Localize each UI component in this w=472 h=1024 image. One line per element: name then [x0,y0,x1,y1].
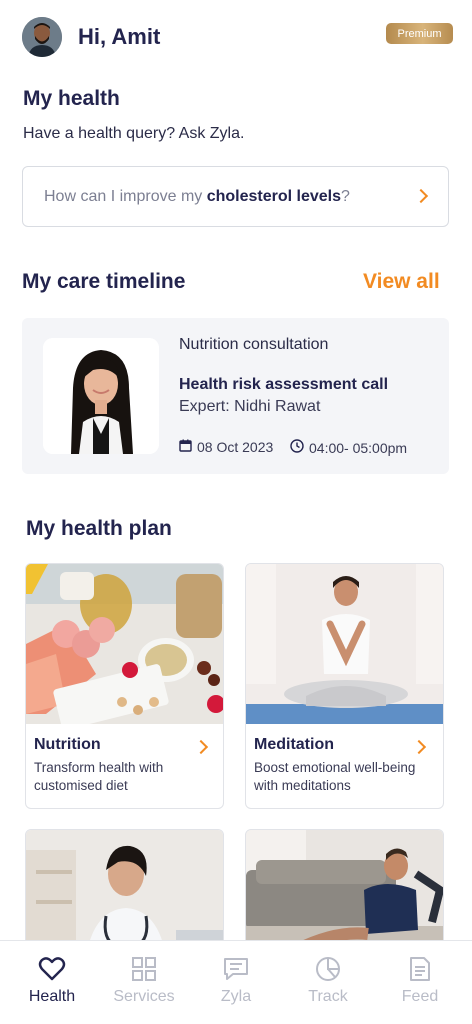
query-prefix: How can I improve my [44,188,207,205]
calendar-icon [179,439,192,455]
chevron-right-icon [411,739,427,755]
date-text: 08 Oct 2023 [197,439,274,455]
nav-tab-zyla[interactable]: Zyla [189,941,283,1024]
app-header: Hi, Amit Premium [0,0,472,76]
nav-tab-health[interactable]: Health [5,941,99,1024]
plan-card-meditation[interactable]: Meditation Boost emotional well-being wi… [245,563,444,809]
nav-tab-track[interactable]: Track [281,941,375,1024]
appointment-date: 08 Oct 2023 [179,439,273,455]
query-topic: cholesterol levels [206,188,342,205]
nav-label: Services [113,988,175,1005]
nav-label: Health [28,988,76,1005]
heart-icon [38,955,66,983]
care-timeline-heading: My care timeline [22,270,186,293]
bottom-navigation: Health Services Zyla Track Feed [0,940,472,1024]
nav-tab-feed[interactable]: Feed [373,941,467,1024]
greeting-text: Hi, Amit [78,24,161,49]
plan-title-nutrition: Nutrition [34,736,101,753]
nav-label: Track [308,988,348,1005]
plan-desc-nutrition: Transform health with customised diet [34,760,164,793]
health-plan-heading: My health plan [26,517,172,540]
care-timeline-card[interactable]: Nutrition consultation Health risk asses… [22,318,449,474]
expert-name: Expert: Nidhi Rawat [179,398,321,415]
nav-tab-services[interactable]: Services [97,941,191,1024]
document-icon [406,955,434,983]
query-text: How can I improve my cholesterol levels? [44,188,350,206]
health-query-suggestion[interactable]: How can I improve my cholesterol levels? [22,166,449,227]
consultation-type: Nutrition consultation [179,336,329,353]
nav-label: Feed [401,988,439,1005]
query-suffix: ? [341,188,350,205]
nav-label: Zyla [220,988,252,1005]
plan-title-meditation: Meditation [254,736,334,753]
chat-icon [222,955,250,983]
consultation-title: Health risk assessment call [179,376,389,393]
plan-desc-meditation: Boost emotional well-being with meditati… [254,760,416,793]
nutrition-image [26,564,223,724]
clock-icon [290,439,304,456]
plan-card-nutrition[interactable]: Nutrition Transform health with customis… [25,563,224,809]
expert-photo [43,338,159,454]
chevron-right-icon [193,739,209,755]
user-avatar[interactable] [22,17,62,57]
my-health-heading: My health [23,87,120,110]
grid-icon [130,955,158,983]
time-text: 04:00- 05:00pm [309,439,408,456]
appointment-time: 04:00- 05:00pm [290,439,407,456]
premium-badge[interactable]: Premium [386,23,453,44]
health-query-prompt: Have a health query? Ask Zyla. [23,125,245,142]
view-all-link[interactable]: View all [363,270,440,294]
meditation-image [246,564,443,724]
chevron-right-icon [413,188,429,204]
pie-chart-icon [314,955,342,983]
